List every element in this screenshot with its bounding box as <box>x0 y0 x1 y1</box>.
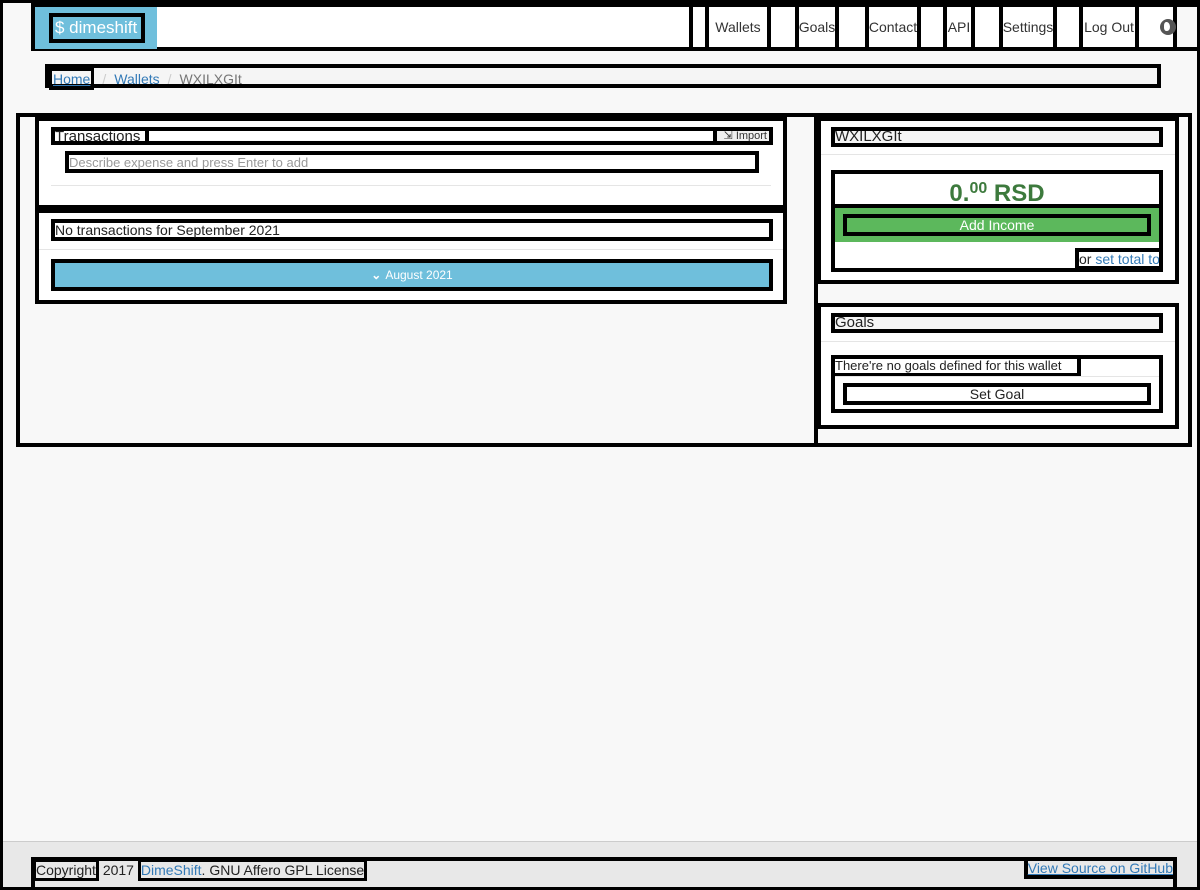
transactions-list-panel: No transactions for September 2021 ⌄ Augu… <box>35 209 787 304</box>
divider <box>821 341 1175 342</box>
language-selector[interactable] <box>1135 3 1200 51</box>
previous-month-button[interactable]: ⌄ August 2021 <box>51 259 773 291</box>
nav-spacer <box>971 3 999 51</box>
divider <box>821 154 1175 155</box>
balance-decimal: 00 <box>969 180 988 197</box>
wallet-title: WXILXGIt <box>831 127 1163 147</box>
or-label: or <box>1079 251 1092 267</box>
globe-icon[interactable] <box>1160 19 1176 35</box>
footer-copyright: Copyright 2017 DimeShift. GNU Affero GPL… <box>33 859 368 881</box>
balance-integer: 0. <box>949 180 970 207</box>
breadcrumb-home[interactable]: Home <box>49 68 95 90</box>
license-container: DimeShift. GNU Affero GPL License <box>137 859 368 881</box>
navbar: $ dimeshift Wallets Goals Contact API Se… <box>31 3 1200 51</box>
no-goals-message: There're no goals defined for this walle… <box>831 355 1081 377</box>
wallet-body: 0.00 RSD Add Income or set total to <box>831 170 1163 272</box>
nav-item-api[interactable]: API <box>943 3 971 51</box>
transactions-panel: Transactions ⇲ Import <box>35 117 787 209</box>
copyright-label: Copyright <box>33 859 99 881</box>
nav-spacer <box>689 3 705 51</box>
nav-item-settings[interactable]: Settings <box>999 3 1053 51</box>
divider <box>835 376 1159 377</box>
balance-currency: RSD <box>993 180 1045 207</box>
github-link[interactable]: View Source on GitHub <box>1023 857 1177 879</box>
divider <box>51 185 771 186</box>
dimeshift-link[interactable]: DimeShift <box>141 862 202 878</box>
previous-month-label: August 2021 <box>385 268 453 282</box>
add-income-button[interactable]: Add Income <box>843 214 1151 236</box>
add-income-area: Add Income <box>835 208 1159 242</box>
divider <box>39 249 783 250</box>
license-text: . GNU Affero GPL License <box>201 862 365 878</box>
breadcrumb-separator: / <box>102 71 107 87</box>
transactions-title: Transactions <box>51 127 149 145</box>
transactions-column: Transactions ⇲ Import No transactions fo… <box>35 117 791 304</box>
breadcrumb-wallets[interactable]: Wallets <box>114 71 159 87</box>
set-total-link[interactable]: set total to <box>1095 252 1159 266</box>
chevron-down-icon: ⌄ <box>371 268 382 282</box>
nav-links: Wallets Goals Contact API Settings Log O… <box>689 3 1200 51</box>
main-content: Transactions ⇲ Import No transactions fo… <box>16 113 1192 447</box>
transactions-heading: Transactions ⇲ Import <box>51 127 773 145</box>
goals-panel: Goals There're no goals defined for this… <box>817 303 1179 429</box>
set-goal-button[interactable]: Set Goal <box>843 383 1151 405</box>
set-total-container: or set total to <box>1075 248 1163 270</box>
nav-spacer <box>767 3 795 51</box>
nav-item-wallets[interactable]: Wallets <box>705 3 767 51</box>
import-button[interactable]: ⇲ Import <box>713 127 773 145</box>
expense-input[interactable] <box>65 151 759 173</box>
wallet-panel: WXILXGIt 0.00 RSD Add Income or set tota… <box>817 117 1179 284</box>
nav-spacer <box>1053 3 1079 51</box>
empty-transactions-message: No transactions for September 2021 <box>51 219 773 241</box>
import-label: Import <box>735 130 767 142</box>
brand-area[interactable]: $ dimeshift <box>35 7 157 49</box>
brand-logo[interactable]: $ dimeshift <box>49 13 145 43</box>
breadcrumb: Home / Wallets / WXILXGIt <box>45 64 1161 90</box>
nav-spacer <box>835 3 865 51</box>
nav-spacer <box>917 3 943 51</box>
breadcrumb-separator: / <box>167 71 172 87</box>
nav-item-contact[interactable]: Contact <box>865 3 917 51</box>
wallet-balance: 0.00 RSD <box>831 170 1163 208</box>
import-icon: ⇲ <box>723 130 736 142</box>
breadcrumb-current: WXILXGIt <box>179 71 242 87</box>
nav-item-goals[interactable]: Goals <box>795 3 835 51</box>
footer: Copyright 2017 DimeShift. GNU Affero GPL… <box>31 857 1177 890</box>
goals-body: There're no goals defined for this walle… <box>831 355 1163 413</box>
goals-title: Goals <box>831 313 1163 333</box>
nav-item-logout[interactable]: Log Out <box>1079 3 1135 51</box>
copyright-year: 2017 <box>102 862 134 878</box>
